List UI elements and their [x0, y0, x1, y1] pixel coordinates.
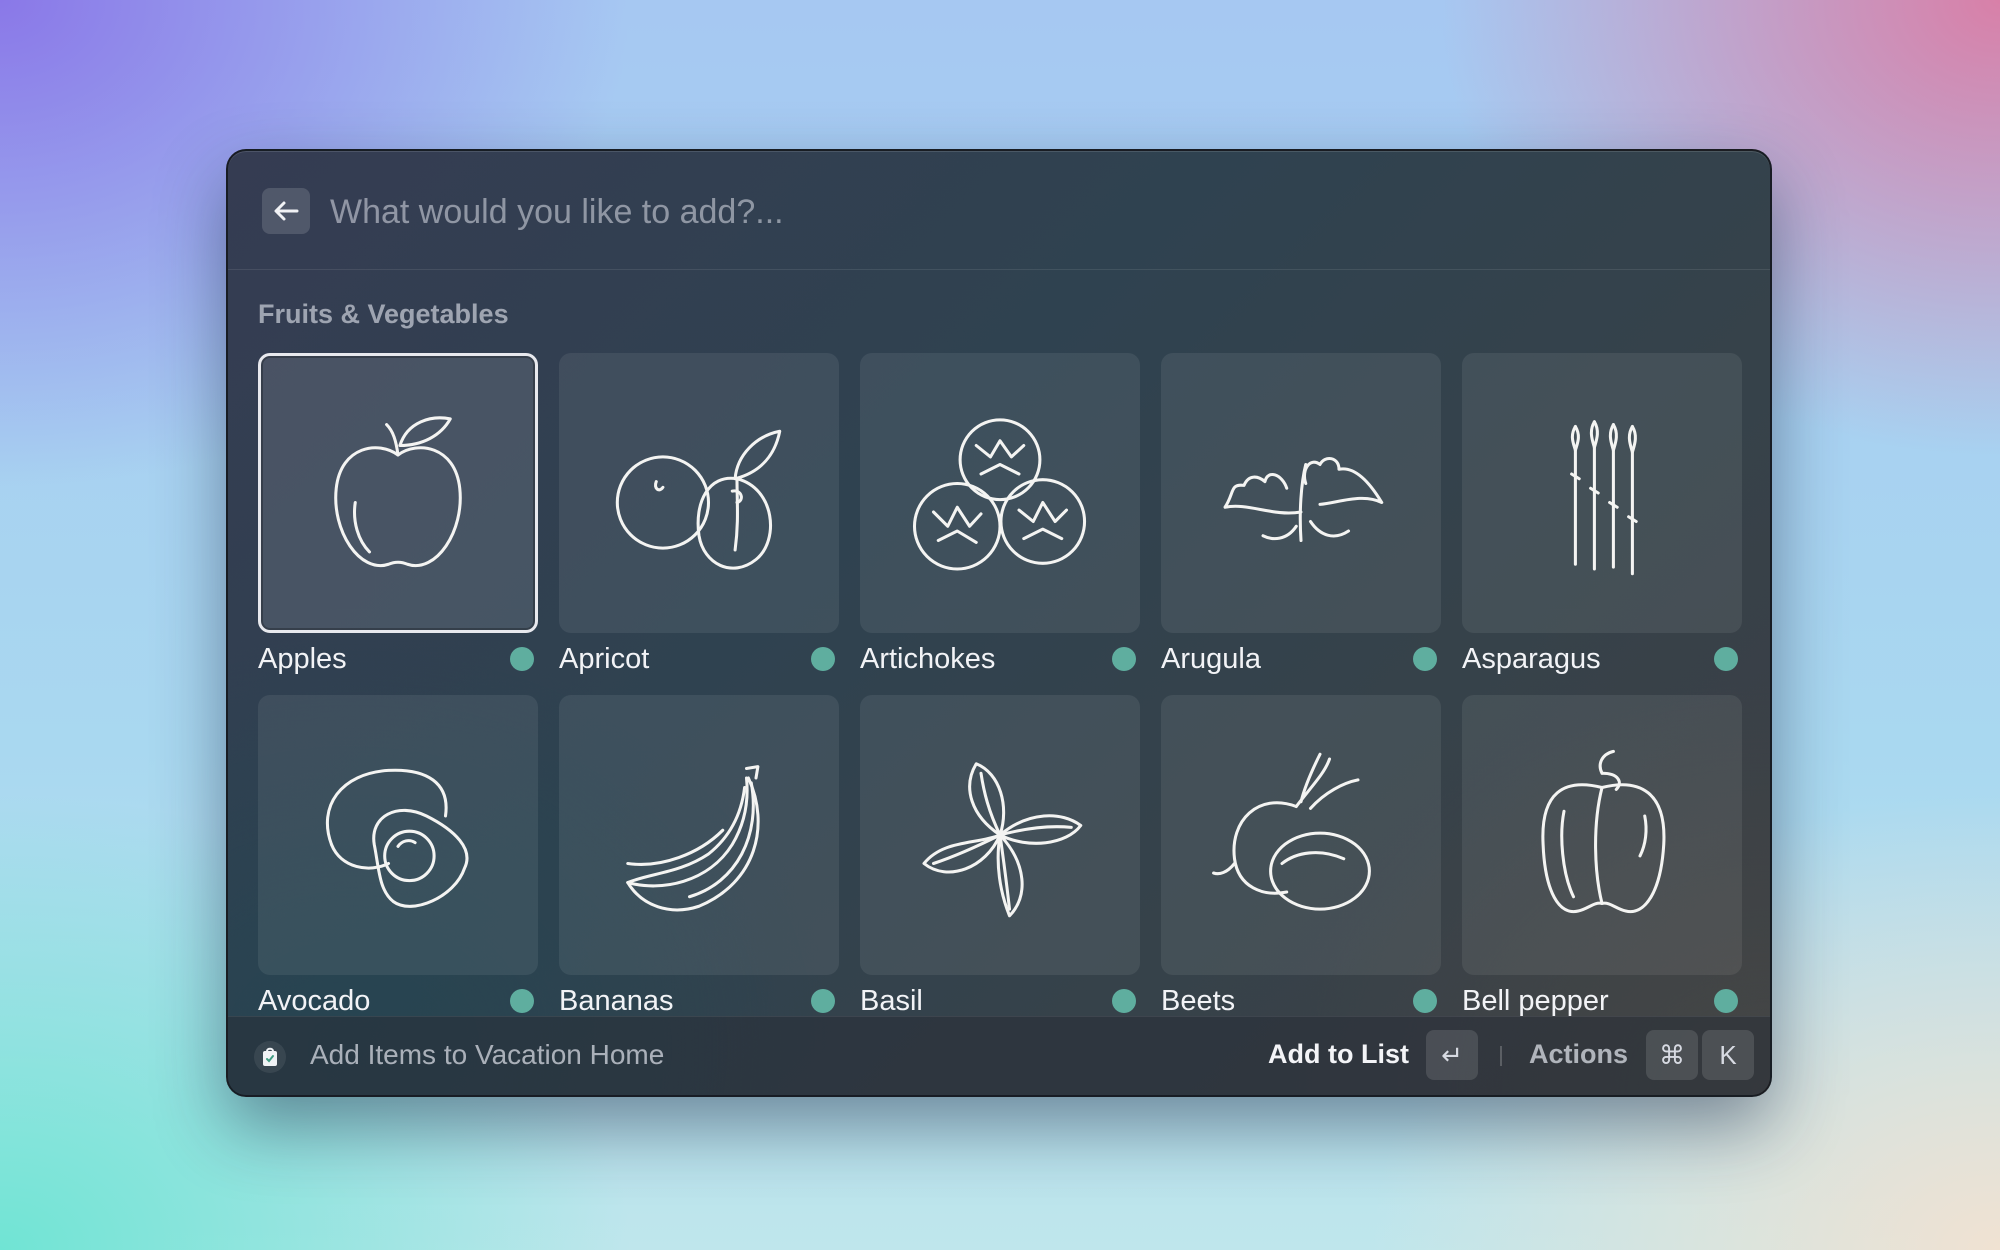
divider [1500, 1046, 1502, 1066]
status-dot [1112, 989, 1136, 1013]
apricot-icon [615, 429, 782, 570]
command-key-hint: ⌘ [1646, 1030, 1698, 1080]
item-thumbnail[interactable] [559, 695, 839, 975]
apple-icon [334, 416, 462, 568]
item-grid: Apples Apricot Artichokes Arugula Aspara… [258, 353, 1748, 1017]
banana-icon [626, 765, 760, 912]
search-bar [228, 151, 1770, 270]
item-label: Asparagus [1462, 643, 1601, 675]
status-dot [1714, 989, 1738, 1013]
item-tile-apples[interactable]: Apples [258, 353, 538, 675]
status-dot [510, 647, 534, 671]
item-label: Arugula [1161, 643, 1261, 675]
status-dot [510, 989, 534, 1013]
asparagus-icon [1570, 420, 1638, 576]
item-label: Apples [258, 643, 347, 675]
section-title: Fruits & Vegetables [258, 299, 509, 329]
item-thumbnail[interactable] [1161, 353, 1441, 633]
item-thumbnail[interactable] [559, 353, 839, 633]
search-input[interactable] [328, 181, 1632, 243]
arrow-left-icon [274, 201, 299, 221]
item-tile-artichokes[interactable]: Artichokes [860, 353, 1140, 675]
item-tile-basil[interactable]: Basil [860, 695, 1140, 1017]
beet-icon [1212, 752, 1371, 911]
arugula-icon [1223, 457, 1384, 543]
status-dot [1714, 647, 1738, 671]
k-key-hint: K [1702, 1030, 1754, 1080]
item-label: Avocado [258, 985, 371, 1017]
item-thumbnail[interactable] [860, 695, 1140, 975]
item-label: Beets [1161, 985, 1236, 1017]
status-dot [1413, 647, 1437, 671]
item-label: Bananas [559, 985, 674, 1017]
artichoke-icon [912, 418, 1087, 571]
item-label: Artichokes [860, 643, 996, 675]
status-dot [1413, 989, 1437, 1013]
enter-key-hint: ↵ [1426, 1030, 1478, 1080]
item-label: Basil [860, 985, 923, 1017]
item-tile-arugula[interactable]: Arugula [1161, 353, 1441, 675]
shopping-bag-icon [254, 1041, 286, 1073]
item-thumbnail[interactable] [1161, 695, 1441, 975]
bell-pepper-icon [1541, 749, 1666, 914]
avocado-icon [325, 768, 469, 908]
item-tile-apricot[interactable]: Apricot [559, 353, 839, 675]
action-bar: Add Items to Vacation Home Add to List ↵… [228, 1016, 1770, 1095]
status-dot [811, 989, 835, 1013]
item-label: Apricot [559, 643, 650, 675]
status-dot [811, 647, 835, 671]
item-tile-beets[interactable]: Beets [1161, 695, 1441, 1017]
list-title: Add Items to Vacation Home [310, 1039, 665, 1070]
launcher-window: Fruits & Vegetables Apples [226, 149, 1772, 1097]
actions-button[interactable]: Actions [1529, 1039, 1628, 1070]
item-tile-avocado[interactable]: Avocado [258, 695, 538, 1017]
item-tile-bell-pepper[interactable]: Bell pepper [1462, 695, 1742, 1017]
add-to-list-button[interactable]: Add to List [1268, 1039, 1409, 1070]
item-tile-bananas[interactable]: Bananas [559, 695, 839, 1017]
item-thumbnail[interactable] [258, 353, 538, 633]
item-label: Bell pepper [1462, 985, 1609, 1017]
back-button[interactable] [262, 188, 310, 234]
item-thumbnail[interactable] [258, 695, 538, 975]
item-thumbnail[interactable] [1462, 353, 1742, 633]
basil-icon [922, 762, 1083, 918]
item-thumbnail[interactable] [1462, 695, 1742, 975]
item-thumbnail[interactable] [860, 353, 1140, 633]
status-dot [1112, 647, 1136, 671]
item-tile-asparagus[interactable]: Asparagus [1462, 353, 1742, 675]
